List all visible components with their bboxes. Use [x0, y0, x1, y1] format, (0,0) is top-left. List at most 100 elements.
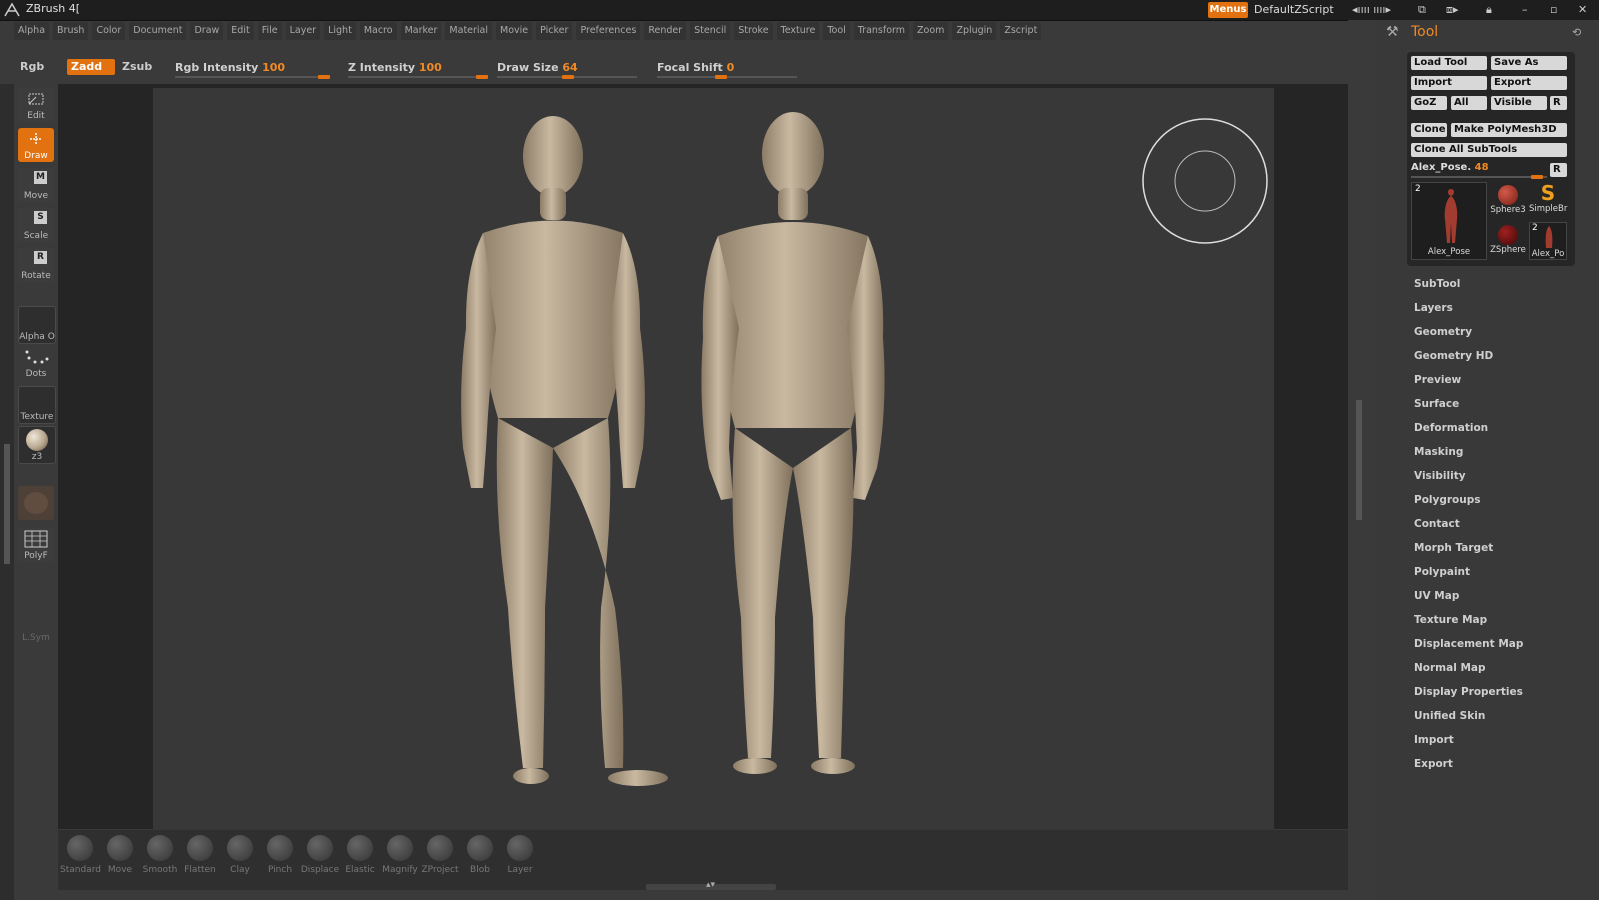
- menu-zoom[interactable]: Zoom: [913, 22, 949, 40]
- clone-button[interactable]: Clone: [1411, 123, 1447, 137]
- subpalette-contact[interactable]: Contact: [1414, 518, 1460, 530]
- brush-pinch[interactable]: Pinch: [260, 832, 300, 875]
- menu-movie[interactable]: Movie: [496, 22, 533, 40]
- subpalette-surface[interactable]: Surface: [1414, 398, 1459, 410]
- move-button[interactable]: M Move: [18, 168, 54, 202]
- menu-document[interactable]: Document: [129, 22, 187, 40]
- tool-r-button[interactable]: R: [1550, 163, 1567, 177]
- menu-draw[interactable]: Draw: [190, 22, 224, 40]
- menu-marker[interactable]: Marker: [400, 22, 442, 40]
- brush-smooth[interactable]: Smooth: [140, 832, 180, 875]
- menu-stencil[interactable]: Stencil: [690, 22, 731, 40]
- brush-standard[interactable]: Standard: [60, 832, 101, 875]
- brush-move[interactable]: Move: [100, 832, 140, 875]
- draw-size-knob[interactable]: [562, 75, 574, 79]
- right-tray-scroll-handle[interactable]: [1356, 400, 1362, 520]
- tool-thumb-alex-po[interactable]: 2 Alex_Po: [1529, 222, 1567, 260]
- goz-all-button[interactable]: All: [1451, 96, 1487, 110]
- load-tool-button[interactable]: Load Tool: [1411, 56, 1487, 70]
- goz-button[interactable]: GoZ: [1411, 96, 1447, 110]
- subpalette-morph-target[interactable]: Morph Target: [1414, 542, 1493, 554]
- make-polymesh3d-button[interactable]: Make PolyMesh3D: [1451, 123, 1567, 137]
- current-tool-knob[interactable]: [1530, 175, 1543, 179]
- tool-thumb-sphere3[interactable]: Sphere3: [1489, 182, 1527, 220]
- draw-button[interactable]: Draw: [18, 128, 54, 162]
- import-button[interactable]: Import: [1411, 76, 1487, 90]
- brush-magnify[interactable]: Magnify: [380, 832, 420, 875]
- menu-zplugin[interactable]: Zplugin: [952, 22, 997, 40]
- menu-texture[interactable]: Texture: [776, 22, 820, 40]
- menu-stroke[interactable]: Stroke: [734, 22, 773, 40]
- material-selector[interactable]: z3: [18, 426, 56, 464]
- rgb-intensity-slider[interactable]: Rgb Intensity 100: [175, 58, 330, 82]
- brush-displace[interactable]: Displace: [300, 832, 340, 875]
- menu-brush[interactable]: Brush: [53, 22, 89, 40]
- rgb-intensity-knob[interactable]: [318, 75, 330, 79]
- z-intensity-knob[interactable]: [476, 75, 488, 79]
- export-button[interactable]: Export: [1491, 76, 1567, 90]
- texture-selector[interactable]: Texture: [18, 386, 56, 424]
- menu-color[interactable]: Color: [92, 22, 126, 40]
- goz-r-button[interactable]: R: [1550, 96, 1567, 110]
- figure-back[interactable]: [701, 112, 885, 774]
- subpalette-subtool[interactable]: SubTool: [1414, 278, 1460, 290]
- menu-file[interactable]: File: [257, 22, 282, 40]
- menu-light[interactable]: Light: [324, 22, 356, 40]
- focal-shift-slider[interactable]: Focal Shift 0: [657, 58, 797, 82]
- tool-thumb-alex-pose[interactable]: 2 Alex_Pose: [1411, 182, 1487, 260]
- subpalette-export[interactable]: Export: [1414, 758, 1453, 770]
- subpalette-geometry[interactable]: Geometry: [1414, 326, 1472, 338]
- left-tray-scroll-handle[interactable]: [4, 444, 10, 564]
- layout-icon[interactable]: ⧉: [1418, 3, 1426, 17]
- subpalette-preview[interactable]: Preview: [1414, 374, 1461, 386]
- color-swatch[interactable]: [18, 486, 54, 520]
- tool-palette-title[interactable]: Tool: [1411, 24, 1438, 40]
- subpalette-layers[interactable]: Layers: [1414, 302, 1453, 314]
- polyframe-button[interactable]: PolyF: [18, 528, 54, 562]
- subpalette-unified-skin[interactable]: Unified Skin: [1414, 710, 1485, 722]
- menus-toggle-button[interactable]: Menus: [1208, 2, 1248, 18]
- reset-icon[interactable]: ⟲: [1572, 26, 1581, 39]
- brush-clay[interactable]: Clay: [220, 832, 260, 875]
- menu-picker[interactable]: Picker: [536, 22, 573, 40]
- default-zscript-button[interactable]: DefaultZScript: [1254, 3, 1334, 16]
- edit-button[interactable]: Edit: [18, 88, 54, 122]
- subpalette-texture-map[interactable]: Texture Map: [1414, 614, 1487, 626]
- rotate-button[interactable]: R Rotate: [18, 248, 54, 282]
- figure-front[interactable]: [461, 116, 668, 786]
- menu-edit[interactable]: Edit: [227, 22, 254, 40]
- brush-blob[interactable]: Blob: [460, 832, 500, 875]
- clone-all-subtools-button[interactable]: Clone All SubTools: [1411, 143, 1567, 157]
- subpalette-normal-map[interactable]: Normal Map: [1414, 662, 1486, 674]
- close-icon[interactable]: ✕: [1578, 3, 1587, 16]
- zsub-button[interactable]: Zsub: [118, 59, 156, 75]
- minimize-icon[interactable]: –: [1522, 3, 1528, 16]
- subpalette-deformation[interactable]: Deformation: [1414, 422, 1488, 434]
- bottom-tray-arrows-icon[interactable]: ▴▾: [706, 880, 715, 890]
- save-as-button[interactable]: Save As: [1491, 56, 1567, 70]
- menu-material[interactable]: Material: [445, 22, 493, 40]
- subpalette-visibility[interactable]: Visibility: [1414, 470, 1466, 482]
- subpalette-polygroups[interactable]: Polygroups: [1414, 494, 1481, 506]
- draw-size-slider[interactable]: Draw Size 64: [497, 58, 637, 82]
- tool-thumb-simplebrush[interactable]: S SimpleBr: [1529, 182, 1567, 220]
- subpalette-masking[interactable]: Masking: [1414, 446, 1463, 458]
- menu-zscript[interactable]: Zscript: [1000, 22, 1042, 40]
- rgb-button[interactable]: Rgb: [16, 59, 48, 75]
- menu-layer[interactable]: Layer: [285, 22, 321, 40]
- menu-alpha[interactable]: Alpha: [14, 22, 50, 40]
- subpalette-displacement-map[interactable]: Displacement Map: [1414, 638, 1523, 650]
- menu-render[interactable]: Render: [644, 22, 687, 40]
- subpalette-polypaint[interactable]: Polypaint: [1414, 566, 1470, 578]
- menu-transform[interactable]: Transform: [853, 22, 910, 40]
- focal-shift-knob[interactable]: [715, 75, 727, 79]
- lock-icon[interactable]: 🔒︎: [1486, 3, 1492, 17]
- brush-flatten[interactable]: Flatten: [180, 832, 220, 875]
- local-symmetry-button[interactable]: L.Sym: [18, 610, 54, 644]
- tool-thumb-zsphere[interactable]: ZSphere: [1489, 222, 1527, 260]
- document-canvas[interactable]: [153, 88, 1274, 840]
- menu-macro[interactable]: Macro: [359, 22, 397, 40]
- layout-switch-icon[interactable]: ⧈▸: [1446, 3, 1459, 17]
- scale-button[interactable]: S Scale: [18, 208, 54, 242]
- current-tool-slider[interactable]: Alex_Pose. 48: [1411, 162, 1547, 179]
